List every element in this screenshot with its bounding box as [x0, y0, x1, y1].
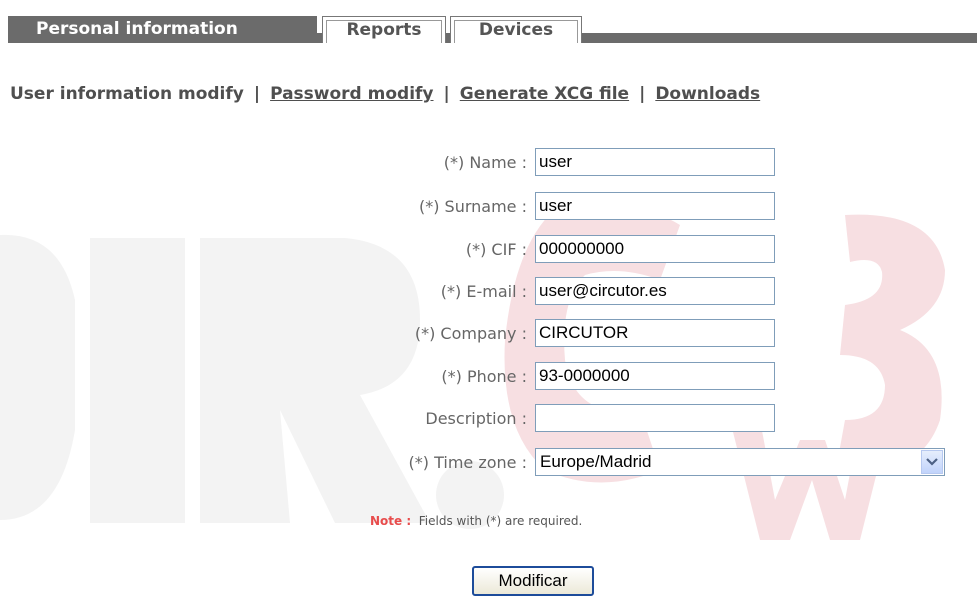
description-input[interactable] — [535, 404, 775, 432]
surname-label: (*) Surname : — [418, 197, 527, 216]
surname-input[interactable]: user — [535, 192, 775, 220]
note-text: Fields with (*) are required. — [418, 514, 583, 528]
subnav-link-password-modify[interactable]: Password modify — [270, 84, 433, 104]
form-row-timezone: (*) Time zone : Europe/Madrid — [0, 448, 977, 476]
tab-reports[interactable]: Reports — [322, 16, 446, 43]
form-row-description: Description : — [0, 404, 977, 432]
company-input[interactable]: CIRCUTOR — [535, 319, 775, 347]
chevron-down-icon[interactable] — [921, 450, 943, 474]
subnav-separator: | — [443, 84, 450, 104]
timezone-label: (*) Time zone : — [408, 453, 527, 472]
subnav-separator: | — [253, 84, 261, 104]
subnav-separator: | — [639, 84, 646, 104]
phone-input[interactable]: 93-0000000 — [535, 362, 775, 390]
form-row-surname: (*) Surname : user — [0, 192, 977, 220]
subnav-current-user-information-modify: User information modify — [10, 84, 244, 104]
name-input[interactable]: user — [535, 148, 775, 176]
modify-submit-button[interactable]: Modificar — [472, 566, 594, 596]
required-note: Note : Fields with (*) are required. — [370, 514, 582, 528]
tab-personal-information[interactable]: Personal information — [8, 16, 317, 43]
form-row-company: (*) Company : CIRCUTOR — [0, 319, 977, 347]
form-row-name: (*) Name : user — [0, 148, 977, 176]
subnav-link-downloads[interactable]: Downloads — [655, 84, 760, 104]
subnav-link-generate-xcg-file[interactable]: Generate XCG file — [460, 84, 629, 104]
phone-label: (*) Phone : — [441, 367, 527, 386]
timezone-selected-value: Europe/Madrid — [540, 452, 652, 471]
cif-input[interactable]: 000000000 — [535, 235, 775, 263]
sub-navigation: User information modify | Password modify |… — [10, 84, 760, 104]
tab-devices[interactable]: Devices — [450, 16, 582, 43]
form-row-email: (*) E-mail : user@circutor.es — [0, 277, 977, 305]
email-input[interactable]: user@circutor.es — [535, 277, 775, 305]
description-label: Description : — [425, 409, 527, 428]
cif-label: (*) CIF : — [465, 240, 527, 259]
timezone-select[interactable]: Europe/Madrid — [535, 448, 945, 476]
note-prefix: Note : — [370, 514, 412, 528]
email-label: (*) E-mail : — [440, 282, 527, 301]
tab-bar: Personal information Reports Devices — [0, 0, 977, 44]
form-row-phone: (*) Phone : 93-0000000 — [0, 362, 977, 390]
name-label: (*) Name : — [443, 153, 527, 172]
form-row-cif: (*) CIF : 000000000 — [0, 235, 977, 263]
company-label: (*) Company : — [414, 324, 527, 343]
